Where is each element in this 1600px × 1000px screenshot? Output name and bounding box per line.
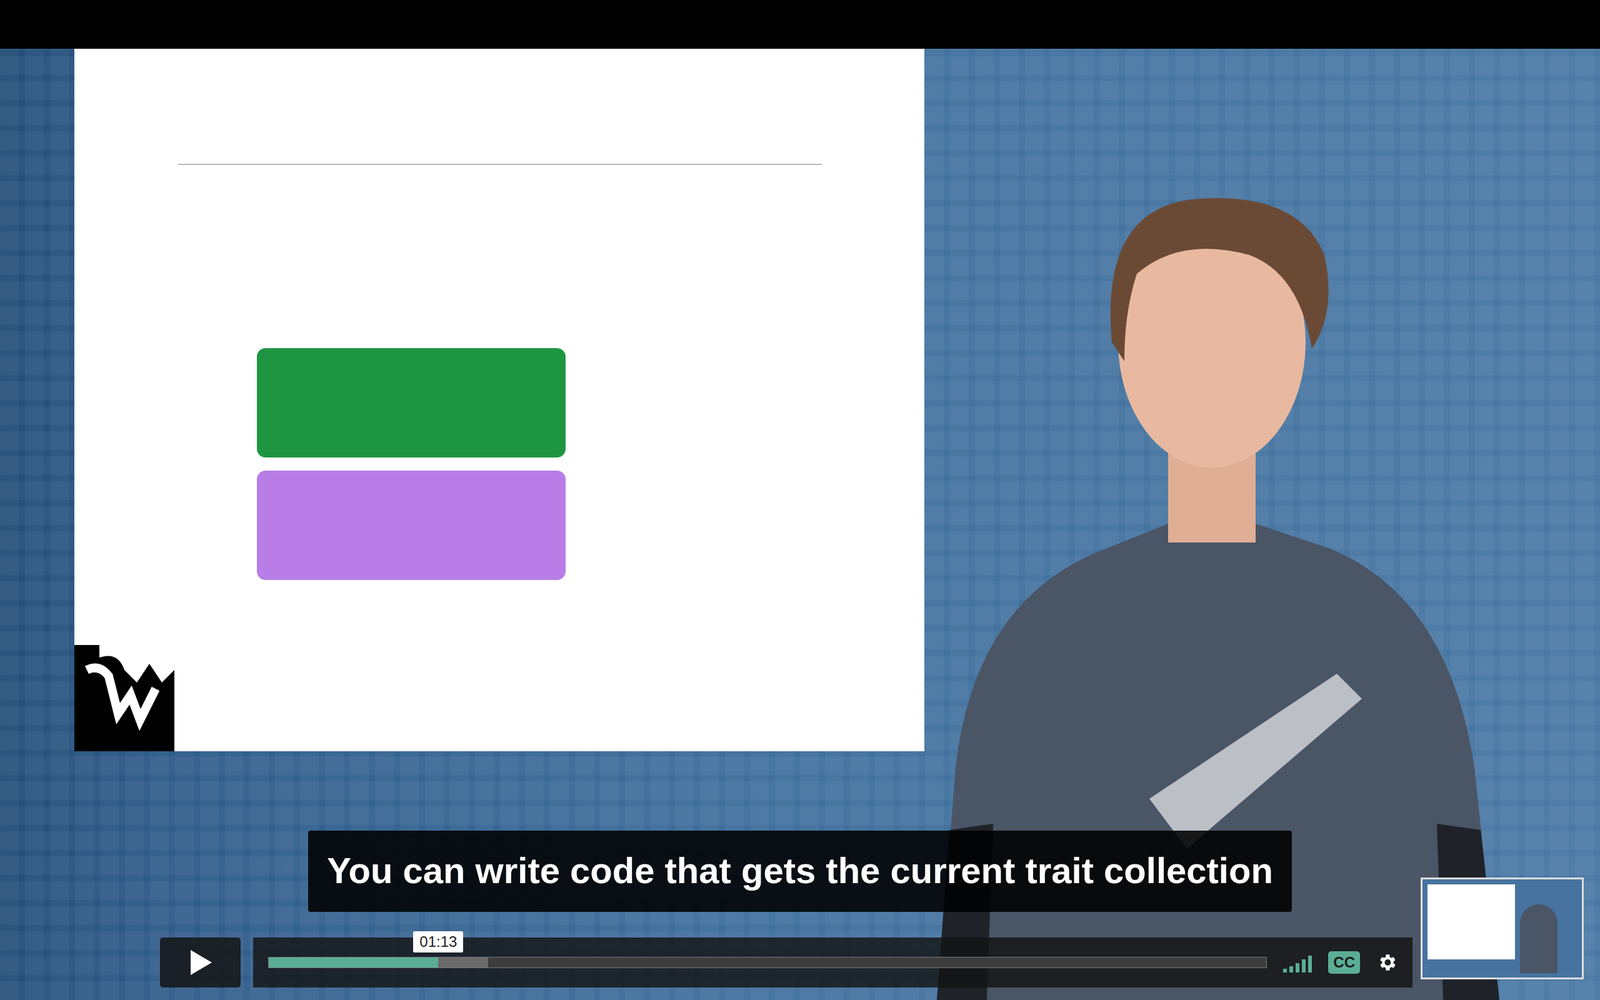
- preview-thumbnail[interactable]: [1420, 877, 1584, 980]
- slide-green-box: [256, 348, 566, 458]
- captions-button[interactable]: CC: [1328, 951, 1360, 974]
- control-bar: 01:13 CC: [160, 937, 1413, 988]
- volume-bar: [1301, 959, 1306, 973]
- play-button[interactable]: [160, 937, 241, 988]
- logo-icon: [74, 645, 175, 752]
- thumbnail-slide: [1427, 884, 1515, 960]
- volume-bar: [1295, 963, 1300, 973]
- time-tooltip: 01:13: [413, 931, 464, 953]
- caption-text: You can write code that gets the current…: [308, 830, 1292, 912]
- control-strip: 01:13 CC: [253, 937, 1413, 988]
- played-fill: [268, 957, 439, 968]
- video-player-screen: You can write code that gets the current…: [0, 0, 1600, 1000]
- slide-rule: [178, 163, 822, 165]
- slide-picture: [74, 48, 925, 752]
- play-icon: [188, 948, 214, 977]
- progress-track[interactable]: 01:13: [268, 956, 1267, 969]
- volume-bar: [1308, 955, 1312, 973]
- volume-control[interactable]: [1283, 952, 1312, 973]
- letterbox-bar: [0, 0, 1600, 49]
- volume-bar: [1289, 966, 1294, 974]
- thumbnail-person: [1520, 904, 1558, 974]
- gear-icon[interactable]: [1376, 951, 1398, 974]
- video-frame[interactable]: You can write code that gets the current…: [0, 48, 1600, 1000]
- slide-purple-box: [256, 470, 566, 580]
- volume-bar: [1283, 968, 1287, 973]
